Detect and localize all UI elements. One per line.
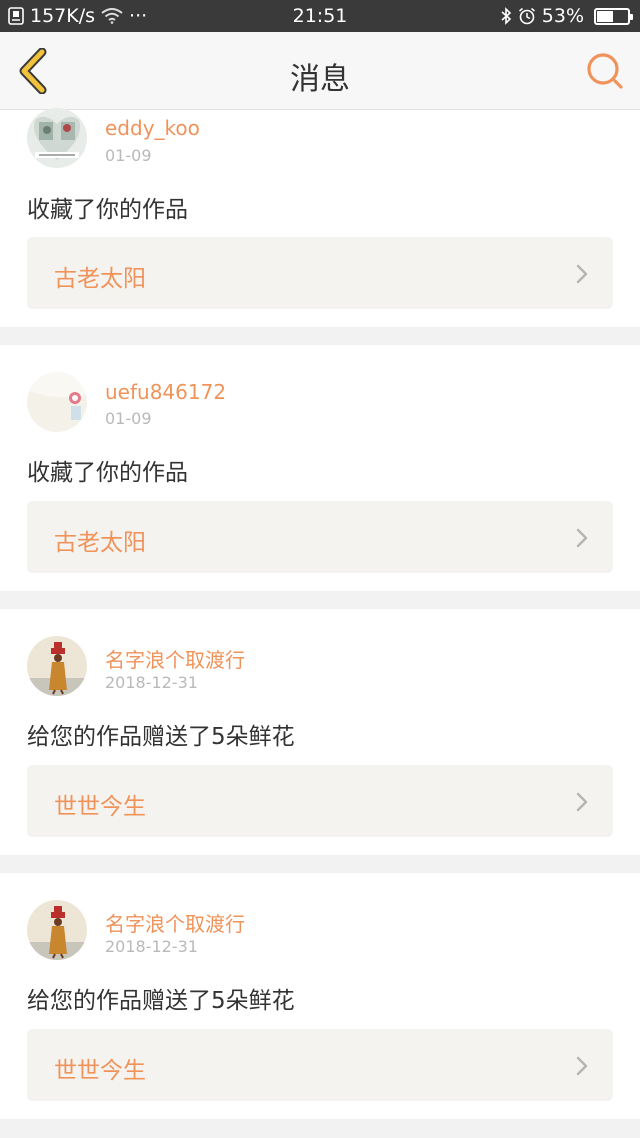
work-link[interactable]: 世世今生 [27, 1029, 613, 1101]
message-date: 01-09 [105, 146, 152, 165]
chevron-right-icon [576, 528, 588, 548]
user-avatar[interactable] [27, 108, 87, 168]
card-separator [0, 327, 640, 345]
chevron-right-icon [576, 1056, 588, 1076]
work-link[interactable]: 古老太阳 [27, 237, 613, 309]
work-link[interactable]: 古老太阳 [27, 501, 613, 573]
message-list: eddy_koo 01-09 收藏了你的作品 古老太阳 uefu846172 0… [0, 108, 640, 1119]
message-card: eddy_koo 01-09 收藏了你的作品 古老太阳 [0, 108, 640, 327]
message-date: 2018-12-31 [105, 673, 198, 692]
card-separator [0, 855, 640, 873]
message-action: 给您的作品赠送了5朵鲜花 [27, 988, 295, 1014]
status-bar: 157K/s ··· 21:51 53% [0, 0, 640, 32]
user-avatar[interactable] [27, 372, 87, 432]
message-card: 名字浪个取渡行 2018-12-31 给您的作品赠送了5朵鲜花 世世今生 [0, 873, 640, 1119]
username[interactable]: 名字浪个取渡行 [105, 644, 245, 673]
work-link[interactable]: 世世今生 [27, 765, 613, 837]
bluetooth-icon [500, 7, 512, 25]
nav-bar: 消息 [0, 32, 640, 110]
work-title: 世世今生 [54, 1058, 146, 1084]
card-separator [0, 591, 640, 609]
username[interactable]: eddy_koo [105, 116, 200, 140]
username[interactable]: uefu846172 [105, 380, 226, 404]
search-button[interactable] [584, 50, 626, 92]
chevron-right-icon [576, 264, 588, 284]
alarm-icon [518, 7, 536, 25]
user-avatar[interactable] [27, 900, 87, 960]
message-date: 01-09 [105, 409, 152, 428]
message-card: uefu846172 01-09 收藏了你的作品 古老太阳 [0, 345, 640, 591]
user-avatar[interactable] [27, 636, 87, 696]
page-title: 消息 [290, 62, 350, 97]
message-card: 名字浪个取渡行 2018-12-31 给您的作品赠送了5朵鲜花 世世今生 [0, 609, 640, 855]
battery-icon [594, 7, 633, 25]
message-action: 收藏了你的作品 [27, 460, 188, 486]
battery-percent: 53% [541, 5, 584, 27]
message-action: 给您的作品赠送了5朵鲜花 [27, 724, 295, 750]
work-title: 古老太阳 [54, 530, 146, 556]
message-action: 收藏了你的作品 [27, 197, 188, 223]
search-icon [587, 53, 623, 89]
message-date: 2018-12-31 [105, 937, 198, 956]
work-title: 世世今生 [54, 794, 146, 820]
work-title: 古老太阳 [54, 266, 146, 292]
username[interactable]: 名字浪个取渡行 [105, 908, 245, 937]
chevron-right-icon [576, 792, 588, 812]
